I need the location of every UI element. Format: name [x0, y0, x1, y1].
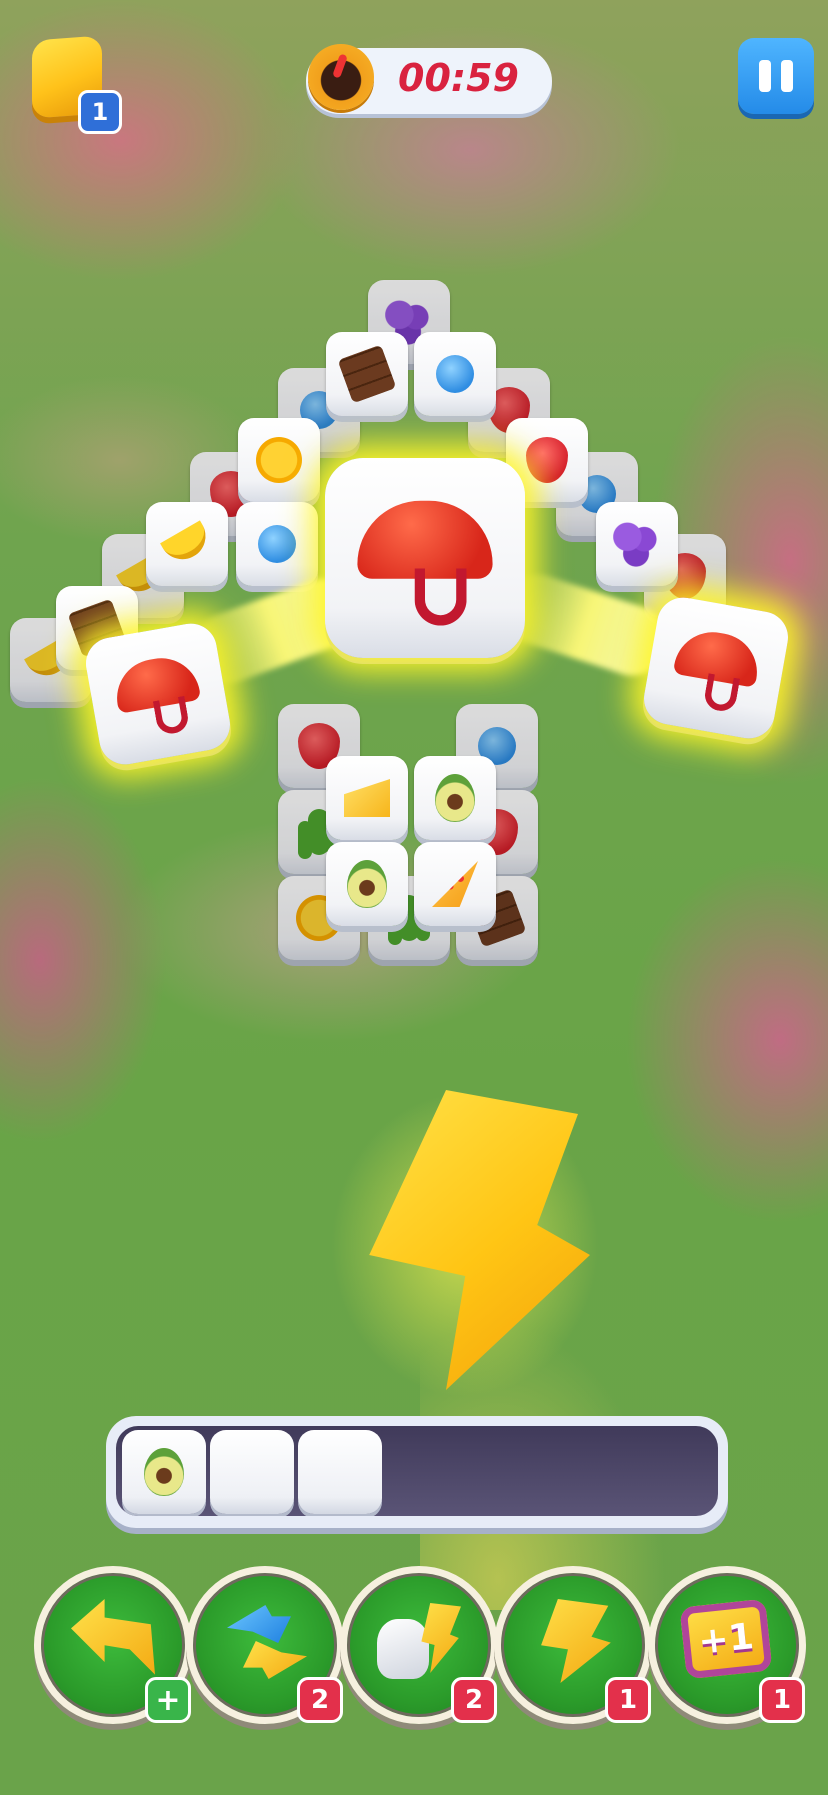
umbrella-icon — [357, 496, 493, 626]
booster-lightning-button[interactable]: 1 — [494, 1566, 652, 1724]
umbrella-icon — [668, 623, 763, 713]
lives-counter[interactable]: 1 — [28, 35, 122, 134]
sun-icon — [256, 437, 302, 483]
tile-tray — [106, 1416, 728, 1528]
umbrella-icon — [110, 649, 205, 739]
tile-sun[interactable] — [238, 418, 320, 502]
cheese-icon — [344, 779, 390, 817]
grape-icon — [613, 520, 661, 568]
banana-icon — [160, 520, 214, 568]
booster-count-badge: 1 — [759, 1677, 805, 1723]
lightning-bolt-icon — [320, 1080, 610, 1410]
avocado-icon — [435, 774, 475, 822]
candy-icon — [258, 525, 296, 563]
booster-extra-slot-button[interactable]: +1 1 — [648, 1566, 806, 1724]
strawberry-icon — [526, 437, 568, 483]
tile-grape[interactable] — [596, 502, 678, 586]
pause-icon — [759, 60, 771, 92]
tray-slot-avocado — [122, 1430, 206, 1514]
tile-candy[interactable] — [236, 502, 318, 586]
booster-count-badge: 2 — [451, 1677, 497, 1723]
chocolate-icon — [337, 344, 397, 404]
shuffle-icon — [223, 1599, 307, 1683]
avocado-icon — [144, 1448, 184, 1496]
tile-avocado[interactable] — [326, 842, 408, 926]
booster-count-badge: 1 — [605, 1677, 651, 1723]
tray-slot-empty-tile — [210, 1430, 294, 1514]
matched-tile-umbrella-center — [325, 458, 525, 658]
tile-cheese[interactable] — [326, 756, 408, 840]
booster-magic-button[interactable]: 2 — [340, 1566, 498, 1724]
lives-count-badge: 1 — [78, 90, 122, 134]
plus-one-icon: +1 — [679, 1598, 773, 1680]
pause-icon — [781, 60, 793, 92]
booster-undo-button[interactable]: + — [34, 1566, 192, 1724]
matched-tile-umbrella — [81, 619, 235, 769]
timer-value: 00:59 — [398, 56, 519, 100]
lightning-icon — [541, 1599, 611, 1683]
matched-tile-umbrella — [639, 593, 793, 743]
booster-count-badge: 2 — [297, 1677, 343, 1723]
candy-icon — [436, 355, 474, 393]
undo-arrow-icon — [71, 1599, 155, 1675]
tile-banana[interactable] — [146, 502, 228, 586]
pause-button[interactable] — [738, 38, 814, 114]
booster-shuffle-button[interactable]: 2 — [186, 1566, 344, 1724]
avocado-icon — [347, 860, 387, 908]
tile-chocolate[interactable] — [326, 332, 408, 416]
level-timer: 00:59 — [306, 44, 552, 114]
pizza-icon — [432, 861, 478, 907]
tray-slots — [116, 1426, 718, 1516]
tile-pizza[interactable] — [414, 842, 496, 926]
booster-add-badge: + — [145, 1677, 191, 1723]
tray-slot-empty-tile — [298, 1430, 382, 1514]
stopwatch-icon — [308, 44, 374, 110]
tile-candy[interactable] — [414, 332, 496, 416]
magic-glove-icon — [377, 1599, 461, 1683]
tile-avocado[interactable] — [414, 756, 496, 840]
